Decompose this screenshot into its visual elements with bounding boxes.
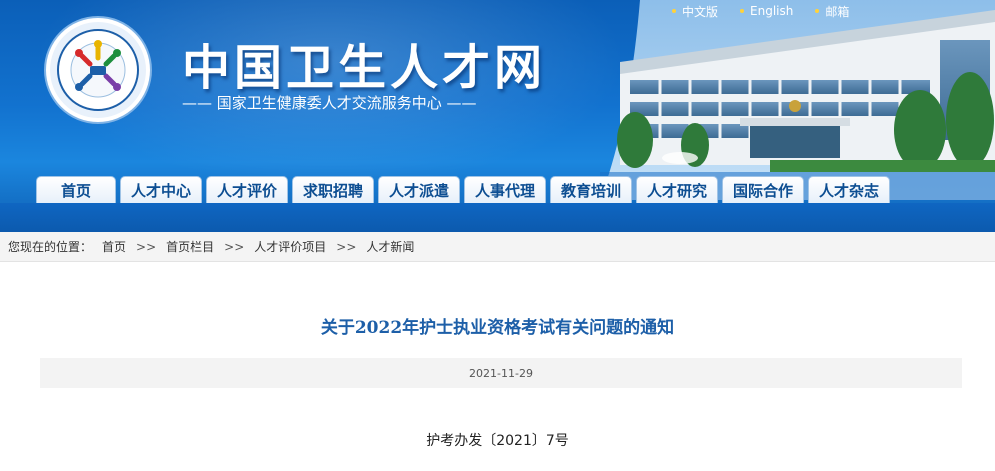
- nav-talent-center[interactable]: 人才中心: [120, 176, 202, 203]
- site-title: 中国卫生人才网: [182, 40, 547, 96]
- nav-recruitment[interactable]: 求职招聘: [292, 176, 374, 203]
- breadcrumb-separator: >>: [136, 239, 157, 254]
- breadcrumb-home-column[interactable]: 首页栏目: [166, 238, 214, 255]
- site-subtitle: —— 国家卫生健康委人才交流服务中心 ——: [182, 94, 477, 112]
- nav-dispatch[interactable]: 人才派遣: [378, 176, 460, 203]
- breadcrumb-prefix: 您现在的位置：: [8, 240, 93, 254]
- building-illustration: [600, 0, 995, 200]
- bullet-icon: [815, 9, 820, 13]
- nav-home[interactable]: 首页: [36, 176, 116, 203]
- nav-talent-evaluation[interactable]: 人才评价: [206, 176, 288, 203]
- nav-education[interactable]: 教育培训: [550, 176, 632, 203]
- link-chinese[interactable]: 中文版: [672, 2, 718, 20]
- nav-hr-agency[interactable]: 人事代理: [464, 176, 546, 203]
- breadcrumb-separator: >>: [224, 239, 245, 254]
- site-logo[interactable]: [46, 18, 150, 122]
- article-title: 关于2022年护士执业资格考试有关问题的通知: [320, 318, 675, 338]
- article-date: 2021-11-29: [469, 366, 533, 380]
- main-nav: 首页 人才中心 人才评价 求职招聘 人才派遣 人事代理 教育培训 人才研究 国际…: [36, 176, 890, 203]
- link-label: English: [750, 4, 794, 18]
- link-label: 中文版: [682, 4, 719, 19]
- breadcrumb: 您现在的位置： 首页 >> 首页栏目 >> 人才评价项目 >> 人才新闻: [0, 232, 995, 262]
- header-banner: 中文版 English 邮箱 中国卫生人才网 —— 国家卫生健康委人才交流服务中…: [0, 0, 995, 232]
- link-mailbox[interactable]: 邮箱: [815, 2, 849, 20]
- nav-magazine[interactable]: 人才杂志: [808, 176, 890, 203]
- breadcrumb-talent-news[interactable]: 人才新闻: [366, 238, 414, 255]
- article-date-bar: 2021-11-29: [40, 358, 962, 388]
- breadcrumb-separator: >>: [336, 239, 357, 254]
- nav-strip: [0, 203, 995, 232]
- top-links: 中文版 English 邮箱: [672, 2, 849, 20]
- link-label: 邮箱: [825, 4, 850, 19]
- nav-international[interactable]: 国际合作: [722, 176, 804, 203]
- nav-research[interactable]: 人才研究: [636, 176, 718, 203]
- logo-emblem-icon: [57, 29, 139, 111]
- breadcrumb-evaluation-project[interactable]: 人才评价项目: [254, 238, 326, 255]
- breadcrumb-home[interactable]: 首页: [102, 238, 126, 255]
- link-english[interactable]: English: [740, 2, 793, 20]
- document-number: 护考办发〔2021〕7号: [426, 433, 569, 449]
- bullet-icon: [672, 9, 676, 13]
- bullet-icon: [740, 9, 745, 13]
